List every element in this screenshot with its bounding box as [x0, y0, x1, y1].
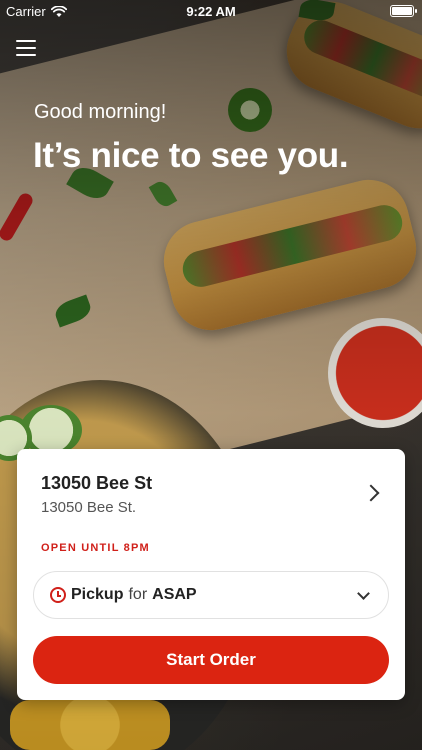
order-mode-connector: for	[128, 586, 148, 603]
order-mode: Pickup	[71, 586, 124, 603]
location-name: 13050 Bee St	[41, 473, 153, 493]
start-order-button[interactable]: Start Order	[33, 636, 389, 684]
battery-icon	[390, 5, 417, 17]
hamburger-menu-icon[interactable]	[16, 40, 36, 56]
chevron-down-icon	[357, 587, 370, 600]
status-time: 9:22 AM	[186, 4, 236, 19]
status-bar: Carrier 9:22 AM	[0, 0, 422, 22]
location-card: 13050 Bee St 13050 Bee St. OPEN UNTIL 8P…	[17, 449, 405, 700]
store-hours: OPEN UNTIL 8PM	[41, 542, 150, 554]
pickup-time-selector[interactable]: Pickup for ASAP	[33, 571, 389, 619]
greeting-text: Good morning!	[34, 101, 167, 123]
clock-icon	[50, 587, 66, 603]
page-title: It’s nice to see you.	[33, 136, 349, 175]
location-address: 13050 Bee St.	[41, 499, 137, 516]
location-selector[interactable]: 13050 Bee St 13050 Bee St.	[41, 473, 387, 521]
order-time: ASAP	[152, 586, 197, 603]
